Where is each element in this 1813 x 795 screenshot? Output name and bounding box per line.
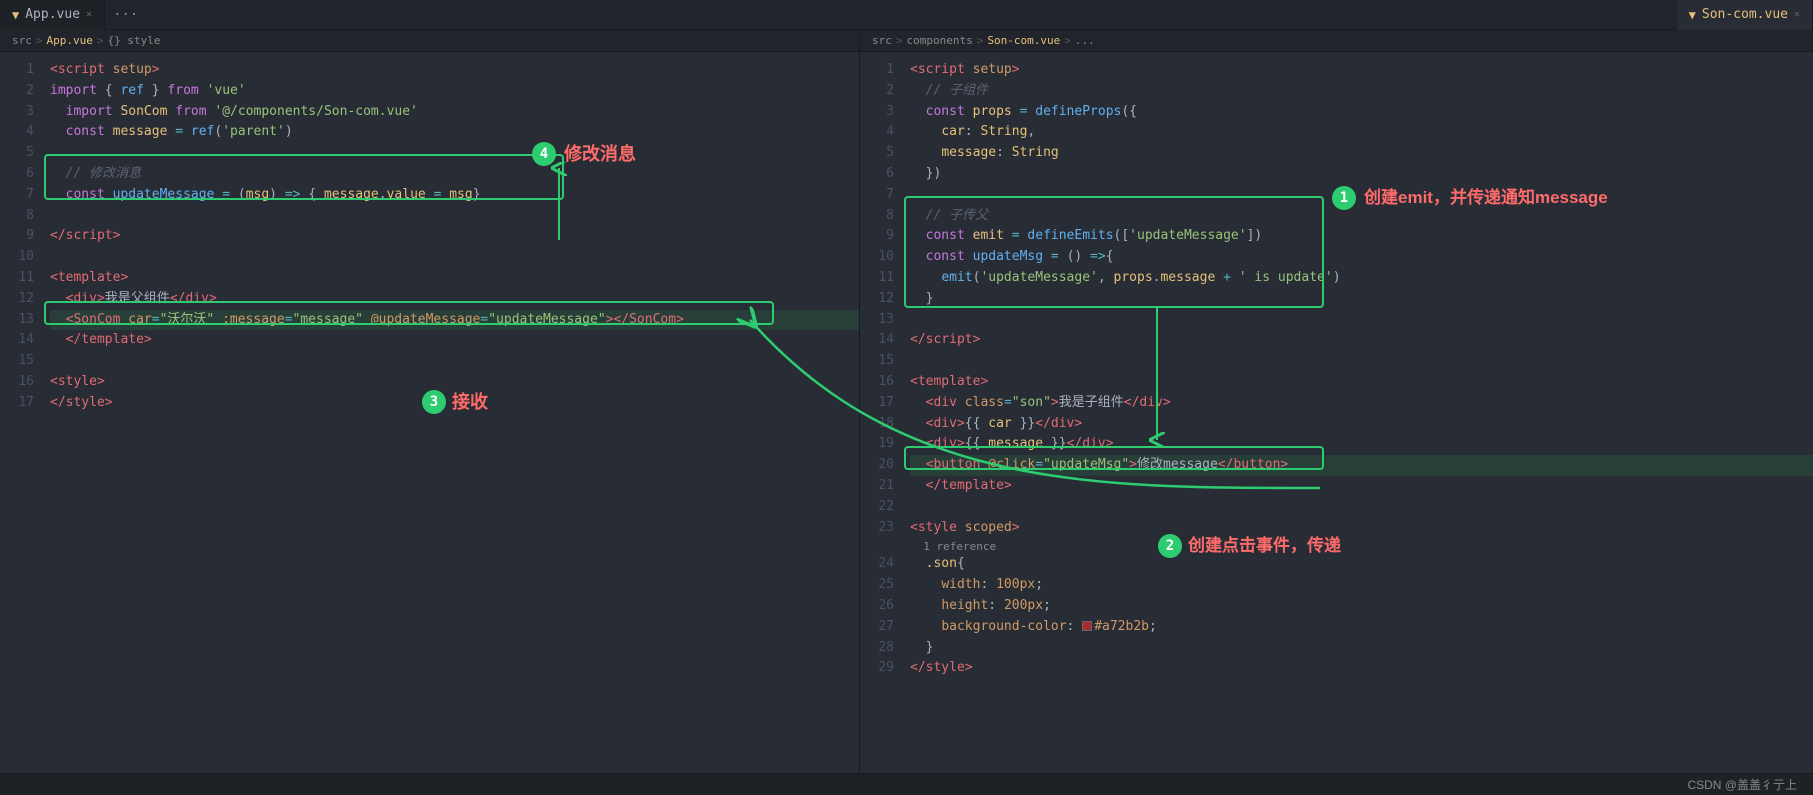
r-line-15 <box>910 351 1813 372</box>
r-line-24: .son{ <box>910 554 1813 575</box>
code-line-4: const message = ref('parent') <box>50 122 859 143</box>
code-line-14: </template> <box>50 330 859 351</box>
badge-4: 4 <box>532 142 556 166</box>
r-line-14: </script> <box>910 330 1813 351</box>
rb-file: Son-com.vue <box>987 34 1060 47</box>
r-line-12: } <box>910 289 1813 310</box>
r-line-3: const props = defineProps({ <box>910 102 1813 123</box>
rb-dots: ... <box>1075 34 1095 47</box>
r-line-5: message: String <box>910 143 1813 164</box>
r-line-16: <template> <box>910 372 1813 393</box>
code-line-13: <SonCom car="沃尔沃" :message="message" @up… <box>50 310 859 331</box>
badge-3: 3 <box>422 390 446 414</box>
r-line-2: // 子组件 <box>910 81 1813 102</box>
r-line-11: emit('updateMessage', props.message + ' … <box>910 268 1813 289</box>
r-line-1: <script setup> <box>910 60 1813 81</box>
r-line-6: }) <box>910 164 1813 185</box>
r-line-22 <box>910 497 1813 518</box>
r-line-9: const emit = defineEmits(['updateMessage… <box>910 226 1813 247</box>
statusbar-text: CSDN @盖盖彳亍上 <box>1687 776 1797 793</box>
r-line-19: <div>{{ message }}</div> <box>910 434 1813 455</box>
editors-container: src > App.vue > {} style 12345 678 91011… <box>0 30 1813 773</box>
left-code-area[interactable]: 12345 678 910111213 14151617 <script set… <box>0 52 859 773</box>
code-line-12: <div>我是父组件</div> <box>50 289 859 310</box>
tab-app-vue[interactable]: ▼ App.vue ✕ <box>0 0 105 30</box>
r-line-23: <style scoped> <box>910 518 1813 539</box>
right-breadcrumb: src > components > Son-com.vue > ... <box>860 30 1813 52</box>
code-line-8 <box>50 206 859 227</box>
code-line-11: <template> <box>50 268 859 289</box>
code-line-15 <box>50 351 859 372</box>
code-line-5 <box>50 143 859 164</box>
titlebar: ▼ App.vue ✕ ··· ▼ Son-com.vue ✕ <box>0 0 1813 30</box>
label-emit: 创建emit，并传递通知message <box>1364 184 1608 211</box>
app-vue-label: App.vue <box>25 7 80 22</box>
breadcrumb-src: src <box>12 34 32 47</box>
breadcrumb-app: App.vue <box>47 34 93 47</box>
app-vue-close[interactable]: ✕ <box>86 9 92 20</box>
r-line-27: background-color: #a72b2b; <box>910 617 1813 638</box>
rb-sep1: > <box>896 34 903 47</box>
left-tab-group: ▼ App.vue ✕ <box>0 0 105 30</box>
code-line-3: import SonCom from '@/components/Son-com… <box>50 102 859 123</box>
r-line-26: height: 200px; <box>910 596 1813 617</box>
son-com-vue-label: Son-com.vue <box>1702 7 1788 22</box>
r-line-25: width: 100px; <box>910 575 1813 596</box>
left-tab-menu[interactable]: ··· <box>105 7 146 23</box>
r-line-8: // 子传父 <box>910 206 1813 227</box>
right-tab-group: ▼ Son-com.vue ✕ <box>1677 0 1813 30</box>
label-modify: 修改消息 <box>564 140 636 169</box>
rb-sep2: > <box>977 34 984 47</box>
right-code-content[interactable]: <script setup> // 子组件 const props = defi… <box>902 52 1813 773</box>
tab-son-com-vue[interactable]: ▼ Son-com.vue ✕ <box>1677 0 1813 30</box>
r-line-29: </style> <box>910 658 1813 679</box>
badge-2: 2 <box>1158 534 1182 558</box>
r-line-4: car: String, <box>910 122 1813 143</box>
right-line-numbers: 12345 678910 1112131415 1617181920 21222… <box>860 52 902 773</box>
son-com-vue-icon: ▼ <box>1689 8 1696 22</box>
code-line-2: import { ref } from 'vue' <box>50 81 859 102</box>
son-com-vue-close[interactable]: ✕ <box>1794 9 1800 20</box>
bc-sep2: > <box>97 34 104 47</box>
r-line-7 <box>910 185 1813 206</box>
code-line-10 <box>50 247 859 268</box>
left-code-content[interactable]: <script setup> import { ref } from 'vue'… <box>42 52 859 773</box>
r-line-17: <div class="son">我是子组件</div> <box>910 393 1813 414</box>
r-line-28: } <box>910 638 1813 659</box>
label-receive: 接收 <box>452 388 488 417</box>
r-line-21: </template> <box>910 476 1813 497</box>
r-line-18: <div>{{ car }}</div> <box>910 414 1813 435</box>
right-code-area[interactable]: 12345 678910 1112131415 1617181920 21222… <box>860 52 1813 773</box>
r-ref-hint: 1 reference <box>910 538 1813 554</box>
r-line-13 <box>910 310 1813 331</box>
badge-1: 1 <box>1332 186 1356 210</box>
rb-components: components <box>907 34 973 47</box>
code-line-6: // 修改消息 <box>50 164 859 185</box>
code-line-1: <script setup> <box>50 60 859 81</box>
r-line-20: <button @click="updateMsg">修改message</bu… <box>910 455 1813 476</box>
code-line-9: </script> <box>50 226 859 247</box>
left-breadcrumb: src > App.vue > {} style <box>0 30 859 52</box>
rb-sep3: > <box>1064 34 1071 47</box>
bc-sep1: > <box>36 34 43 47</box>
right-editor-pane: src > components > Son-com.vue > ... 123… <box>860 30 1813 773</box>
rb-src: src <box>872 34 892 47</box>
left-editor-pane: src > App.vue > {} style 12345 678 91011… <box>0 30 860 773</box>
app-vue-icon: ▼ <box>12 8 19 22</box>
breadcrumb-style: {} style <box>107 34 160 47</box>
statusbar: CSDN @盖盖彳亍上 <box>0 773 1813 795</box>
left-line-numbers: 12345 678 910111213 14151617 <box>0 52 42 773</box>
code-line-7: const updateMessage = (msg) => { message… <box>50 185 859 206</box>
label-click: 创建点击事件，传递 <box>1188 532 1341 559</box>
r-line-10: const updateMsg = () =>{ <box>910 247 1813 268</box>
